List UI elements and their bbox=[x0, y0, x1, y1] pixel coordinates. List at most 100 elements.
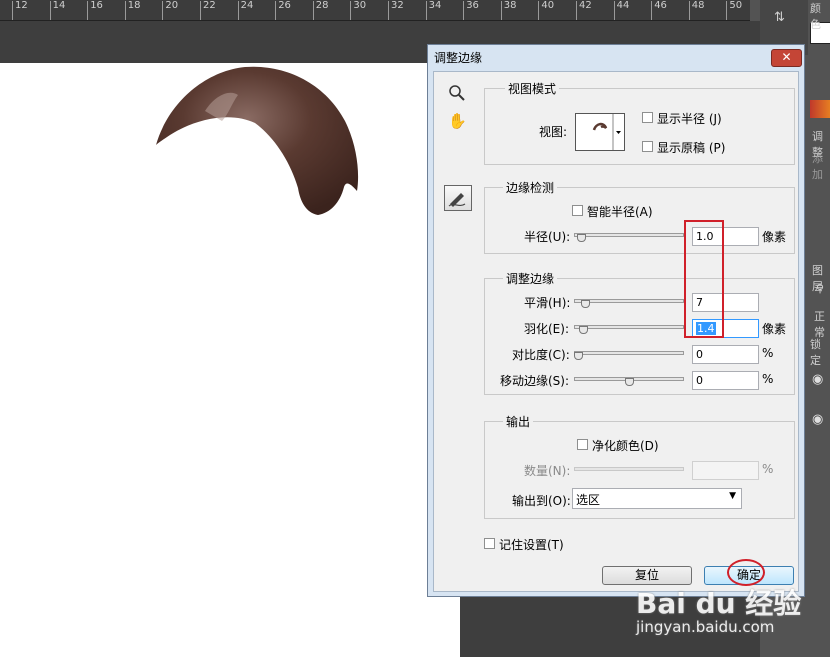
ruler-tick-mark bbox=[49, 1, 51, 20]
ruler-tick-label: 42 bbox=[579, 0, 592, 11]
close-button[interactable]: ✕ bbox=[771, 49, 802, 67]
decontaminate-checkbox[interactable] bbox=[577, 439, 588, 450]
show-radius-checkbox[interactable] bbox=[642, 112, 653, 123]
dialog-body: ✋ 视图模式 视图: 显示半径 (J) 显示原稿 (P) 边缘检测 智能半径(A… bbox=[433, 71, 799, 592]
output-to-label: 输出到(O): bbox=[512, 494, 571, 508]
zoom-tool-icon[interactable] bbox=[448, 84, 474, 108]
contrast-label: 对比度(C): bbox=[512, 348, 570, 362]
watermark-url: jingyan.baidu.com bbox=[636, 618, 775, 636]
smooth-slider[interactable] bbox=[574, 299, 684, 303]
smooth-slider-thumb[interactable] bbox=[581, 300, 591, 308]
dialog-title: 调整边缘 bbox=[434, 51, 483, 65]
adjust-edge-title: 调整边缘 bbox=[503, 270, 558, 287]
feather-label: 羽化(E): bbox=[524, 322, 569, 336]
ruler-tick-mark bbox=[388, 1, 389, 20]
ruler-tick-mark bbox=[162, 1, 164, 20]
shift-edge-slider-thumb[interactable] bbox=[624, 378, 634, 386]
view-label: 视图: bbox=[539, 125, 568, 139]
ruler-tick-label: 20 bbox=[165, 0, 179, 11]
lock-label: 锁定 bbox=[810, 338, 821, 367]
radius-unit: 像素 bbox=[762, 230, 787, 244]
amount-label: 数量(N): bbox=[524, 464, 571, 478]
shift-edge-unit: % bbox=[762, 372, 774, 386]
amount-slider bbox=[574, 467, 684, 471]
visibility-eye-icon[interactable]: ◉ bbox=[812, 372, 823, 387]
dialog-titlebar[interactable]: 调整边缘 ✕ bbox=[428, 45, 804, 69]
amount-unit: % bbox=[762, 462, 774, 476]
ruler-tick-mark bbox=[124, 1, 126, 20]
ruler-tick-mark bbox=[275, 1, 277, 20]
radius-label: 半径(U): bbox=[524, 230, 571, 244]
feather-slider-thumb[interactable] bbox=[579, 326, 589, 334]
ruler-tick-mark bbox=[425, 1, 427, 20]
radius-slider-thumb[interactable] bbox=[577, 234, 587, 242]
decontaminate-label: 净化颜色(D) bbox=[592, 439, 659, 453]
remember-settings-checkbox[interactable] bbox=[484, 538, 495, 549]
shift-edge-label: 移动边缘(S): bbox=[500, 374, 570, 388]
search-icon[interactable]: ⚲ bbox=[816, 282, 824, 295]
visibility-eye-icon-2[interactable]: ◉ bbox=[812, 412, 823, 427]
pasteboard-strip bbox=[0, 21, 460, 63]
smooth-label: 平滑(H): bbox=[524, 296, 571, 310]
history-icon[interactable]: ⇅ bbox=[774, 10, 792, 28]
ruler-tick-mark bbox=[350, 1, 352, 20]
document-canvas[interactable] bbox=[0, 63, 460, 657]
show-radius-label: 显示半径 (J) bbox=[657, 112, 722, 126]
output-to-select[interactable]: 选区 ▼ bbox=[572, 488, 742, 509]
smart-radius-label: 智能半径(A) bbox=[587, 205, 653, 219]
radius-slider[interactable] bbox=[574, 233, 684, 237]
refine-radius-tool-icon[interactable] bbox=[444, 185, 472, 211]
contrast-input[interactable]: 0 bbox=[692, 345, 759, 364]
ruler-tick-label: 34 bbox=[428, 0, 442, 11]
ruler-tick-label: 48 bbox=[691, 0, 705, 11]
contrast-slider[interactable] bbox=[574, 351, 684, 355]
ruler-tick-label: 26 bbox=[278, 0, 291, 11]
feather-unit: 像素 bbox=[762, 322, 787, 336]
tab-color[interactable]: 颜色 bbox=[810, 0, 830, 32]
ruler-tick-label: 38 bbox=[503, 0, 517, 11]
view-preview-icon bbox=[592, 114, 621, 150]
contrast-unit: % bbox=[762, 346, 774, 360]
chevron-down-icon: ▼ bbox=[729, 491, 736, 501]
output-title: 输出 bbox=[503, 413, 534, 430]
feather-slider[interactable] bbox=[574, 325, 684, 329]
add-label: 添加 bbox=[812, 152, 823, 181]
ruler-tick-mark bbox=[12, 1, 13, 20]
ruler-tick-mark bbox=[500, 1, 502, 20]
contrast-slider-thumb[interactable] bbox=[574, 352, 583, 360]
annotation-rectangle bbox=[684, 220, 724, 338]
ruler-tick-label: 46 bbox=[654, 0, 667, 11]
ruler-tick-mark bbox=[312, 1, 314, 20]
shift-edge-input[interactable]: 0 bbox=[692, 371, 759, 390]
smart-radius-checkbox[interactable] bbox=[572, 205, 583, 216]
amount-input bbox=[692, 461, 759, 480]
view-mode-group bbox=[484, 88, 795, 165]
ruler-tick-label: 40 bbox=[541, 0, 555, 11]
ruler-tick-mark bbox=[576, 1, 577, 20]
ruler-tick-label: 36 bbox=[466, 0, 479, 11]
ruler-tick-mark bbox=[613, 1, 615, 20]
remember-settings-label: 记住设置(T) bbox=[499, 538, 564, 552]
ruler-tick-label: 22 bbox=[203, 0, 216, 11]
edge-detection-title: 边缘检测 bbox=[503, 179, 558, 196]
ruler-tick-mark bbox=[200, 1, 201, 20]
show-original-checkbox[interactable] bbox=[642, 141, 653, 152]
ruler-tick-label: 32 bbox=[391, 0, 404, 11]
ruler-tick-label: 16 bbox=[90, 0, 103, 11]
ruler-tick-label: 18 bbox=[127, 0, 141, 11]
ruler-tick-label: 12 bbox=[15, 0, 28, 11]
ruler-tick-mark bbox=[463, 1, 465, 20]
show-original-label: 显示原稿 (P) bbox=[657, 141, 726, 155]
view-thumbnail-dropdown[interactable] bbox=[575, 113, 625, 151]
hand-tool-icon[interactable]: ✋ bbox=[448, 112, 474, 136]
gradient-swatch[interactable] bbox=[810, 100, 830, 118]
horizontal-ruler: 12 14 16 18 20 22 24 26 28 30 32 34 36 38 40 42 44 46 48 50 bbox=[0, 0, 750, 21]
hair-image bbox=[156, 66, 359, 215]
ruler-tick-label: 50 bbox=[729, 0, 743, 11]
ruler-tick-label: 44 bbox=[616, 0, 630, 11]
ruler-tick-label: 30 bbox=[353, 0, 367, 11]
ruler-tick-label: 24 bbox=[240, 0, 254, 11]
ruler-tick-mark bbox=[651, 1, 653, 20]
refine-edge-dialog: 调整边缘 ✕ ✋ 视图模式 视图: 显示半径 (J) 显示原稿 (P) 边缘检测… bbox=[427, 44, 805, 597]
ruler-tick-label: 14 bbox=[52, 0, 66, 11]
